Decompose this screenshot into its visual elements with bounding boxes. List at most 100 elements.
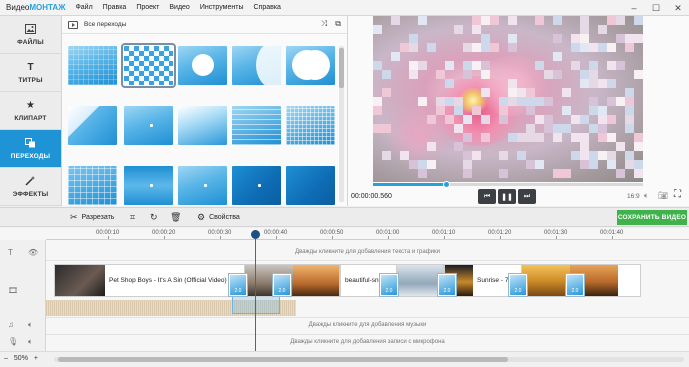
menu-video[interactable]: Видео (169, 4, 189, 11)
transition-marker[interactable]: 2.0 (438, 274, 456, 296)
pixel-block (634, 133, 643, 142)
transition-marker[interactable]: 2.0 (509, 274, 527, 296)
transitions-category-title[interactable]: Все переходы (84, 21, 126, 28)
scrubber-knob[interactable] (442, 181, 450, 188)
skip-back-button[interactable]: ⏮ (478, 189, 496, 204)
video-clip[interactable] (396, 264, 444, 297)
transition-marker[interactable]: 2.0 (229, 274, 247, 296)
transition-thumb[interactable] (124, 106, 173, 145)
transition-thumb[interactable] (178, 46, 227, 85)
transition-thumb[interactable] (178, 166, 227, 205)
sidebar-item-files[interactable]: ФАЙЛЫ (0, 16, 61, 54)
minimize-button[interactable]: – (623, 0, 645, 16)
preview-scrubber[interactable] (373, 181, 643, 188)
transition-marker[interactable]: 2.0 (380, 274, 398, 296)
pixel-block (499, 169, 508, 178)
gear-icon: ⚙ (197, 212, 206, 222)
pixel-block (481, 70, 490, 79)
scrollbar-thumb[interactable] (339, 48, 344, 88)
video-clip[interactable] (244, 264, 340, 297)
skip-forward-button[interactable]: ⏭ (518, 189, 536, 204)
transitions-panel: Все переходы ⤨ ⧉ (62, 16, 348, 206)
snapshot-icon[interactable]: 📷︎ (658, 191, 668, 200)
timeline-scrollbar[interactable] (54, 357, 684, 362)
pause-button[interactable]: ❚❚ (498, 189, 516, 204)
zoom-out-button[interactable]: – (4, 355, 8, 362)
transition-marker[interactable]: 2.0 (566, 274, 584, 296)
pixel-block (463, 133, 472, 142)
transition-thumb[interactable] (232, 106, 281, 145)
text-track[interactable]: Дважды кликните для добавления текста и … (46, 245, 689, 261)
cut-label: Разрезать (81, 214, 115, 221)
pixel-block (382, 70, 391, 79)
scrollbar-thumb[interactable] (58, 357, 508, 362)
aspect-ratio-selector[interactable]: 16:9 (627, 193, 640, 200)
playhead[interactable] (251, 230, 260, 352)
pixel-block (625, 34, 634, 43)
sidebar-item-clipart[interactable]: ★ КЛИПАРТ (0, 92, 61, 130)
pixel-block (418, 61, 427, 70)
pixel-block (391, 52, 400, 61)
pixel-block (553, 124, 562, 133)
transition-thumb[interactable] (232, 46, 281, 85)
pixel-block (481, 43, 490, 52)
video-preview[interactable] (373, 16, 643, 182)
playhead-handle[interactable] (251, 230, 260, 239)
rotate-button[interactable]: ↻ (150, 212, 158, 223)
transition-thumb[interactable] (68, 166, 117, 205)
transition-thumb[interactable] (68, 46, 117, 85)
pixel-block (526, 97, 535, 106)
pixel-block (499, 151, 508, 160)
shuffle-icon[interactable]: ⤨ (321, 19, 327, 29)
transitions-scrollbar[interactable] (339, 46, 344, 202)
transition-thumb[interactable] (286, 106, 335, 145)
cut-button[interactable]: ✂ Разрезать (70, 212, 114, 223)
properties-label: Свойства (209, 214, 240, 221)
pixel-block (544, 70, 553, 79)
menu-file[interactable]: Файл (75, 4, 92, 11)
zoom-in-button[interactable]: + (34, 355, 38, 362)
speaker-icon[interactable]: 🔈︎ (28, 337, 33, 347)
pixel-block (409, 160, 418, 169)
speaker-icon[interactable]: 🔈︎ (28, 320, 33, 330)
microphone-track[interactable]: Дважды кликните для добавления записи с … (46, 334, 689, 350)
transition-thumb[interactable] (124, 166, 173, 205)
clip-thumbnail (397, 265, 443, 296)
preview-timecode: 00:00:00.560 (351, 193, 392, 200)
menu-help[interactable]: Справка (253, 4, 280, 11)
menu-edit[interactable]: Правка (103, 4, 127, 11)
eye-icon[interactable]: 👁︎ (28, 248, 38, 257)
sidebar-item-effects[interactable]: ЭФФЕКТЫ (0, 168, 61, 206)
delete-button[interactable]: 🗑︎ (170, 212, 181, 223)
pixel-block (463, 169, 472, 178)
pixel-block (508, 97, 517, 106)
pixel-block (427, 115, 436, 124)
pixel-block (517, 151, 526, 160)
pixel-block (589, 106, 598, 115)
pixel-block (472, 43, 481, 52)
sidebar-item-titles[interactable]: T ТИТРЫ (0, 54, 61, 92)
menu-project[interactable]: Проект (136, 4, 159, 11)
transition-thumb[interactable] (286, 46, 335, 85)
fullscreen-icon[interactable]: ⛶ (674, 189, 681, 200)
split-screen-icon[interactable]: ⧉ (335, 19, 341, 29)
pixel-block (571, 133, 580, 142)
crop-button[interactable]: ⌗ (130, 212, 135, 223)
pixel-block (625, 97, 634, 106)
volume-icon[interactable]: 🔈︎ (644, 191, 649, 201)
sidebar-item-transitions[interactable]: ПЕРЕХОДЫ (0, 130, 61, 168)
transition-thumb[interactable] (286, 166, 335, 205)
transition-thumb[interactable] (178, 106, 227, 145)
close-button[interactable]: ✕ (667, 0, 689, 16)
properties-button[interactable]: ⚙ Свойства (197, 212, 240, 223)
transition-marker[interactable]: 2.0 (273, 274, 291, 296)
save-video-button[interactable]: СОХРАНИТЬ ВИДЕО (617, 210, 687, 225)
transition-thumb-selected[interactable] (121, 43, 176, 88)
music-track[interactable]: Дважды кликните для добавления музыки (46, 317, 689, 333)
time-ruler[interactable]: 00:00:10 00:00:20 00:00:30 00:00:40 00:00:50… (46, 228, 689, 240)
transition-thumb[interactable] (232, 166, 281, 205)
transition-thumb[interactable] (68, 106, 117, 145)
transitions-tools: ⤨ ⧉ (321, 19, 341, 29)
menu-tools[interactable]: Инструменты (200, 4, 244, 11)
maximize-button[interactable]: ☐ (645, 0, 667, 16)
